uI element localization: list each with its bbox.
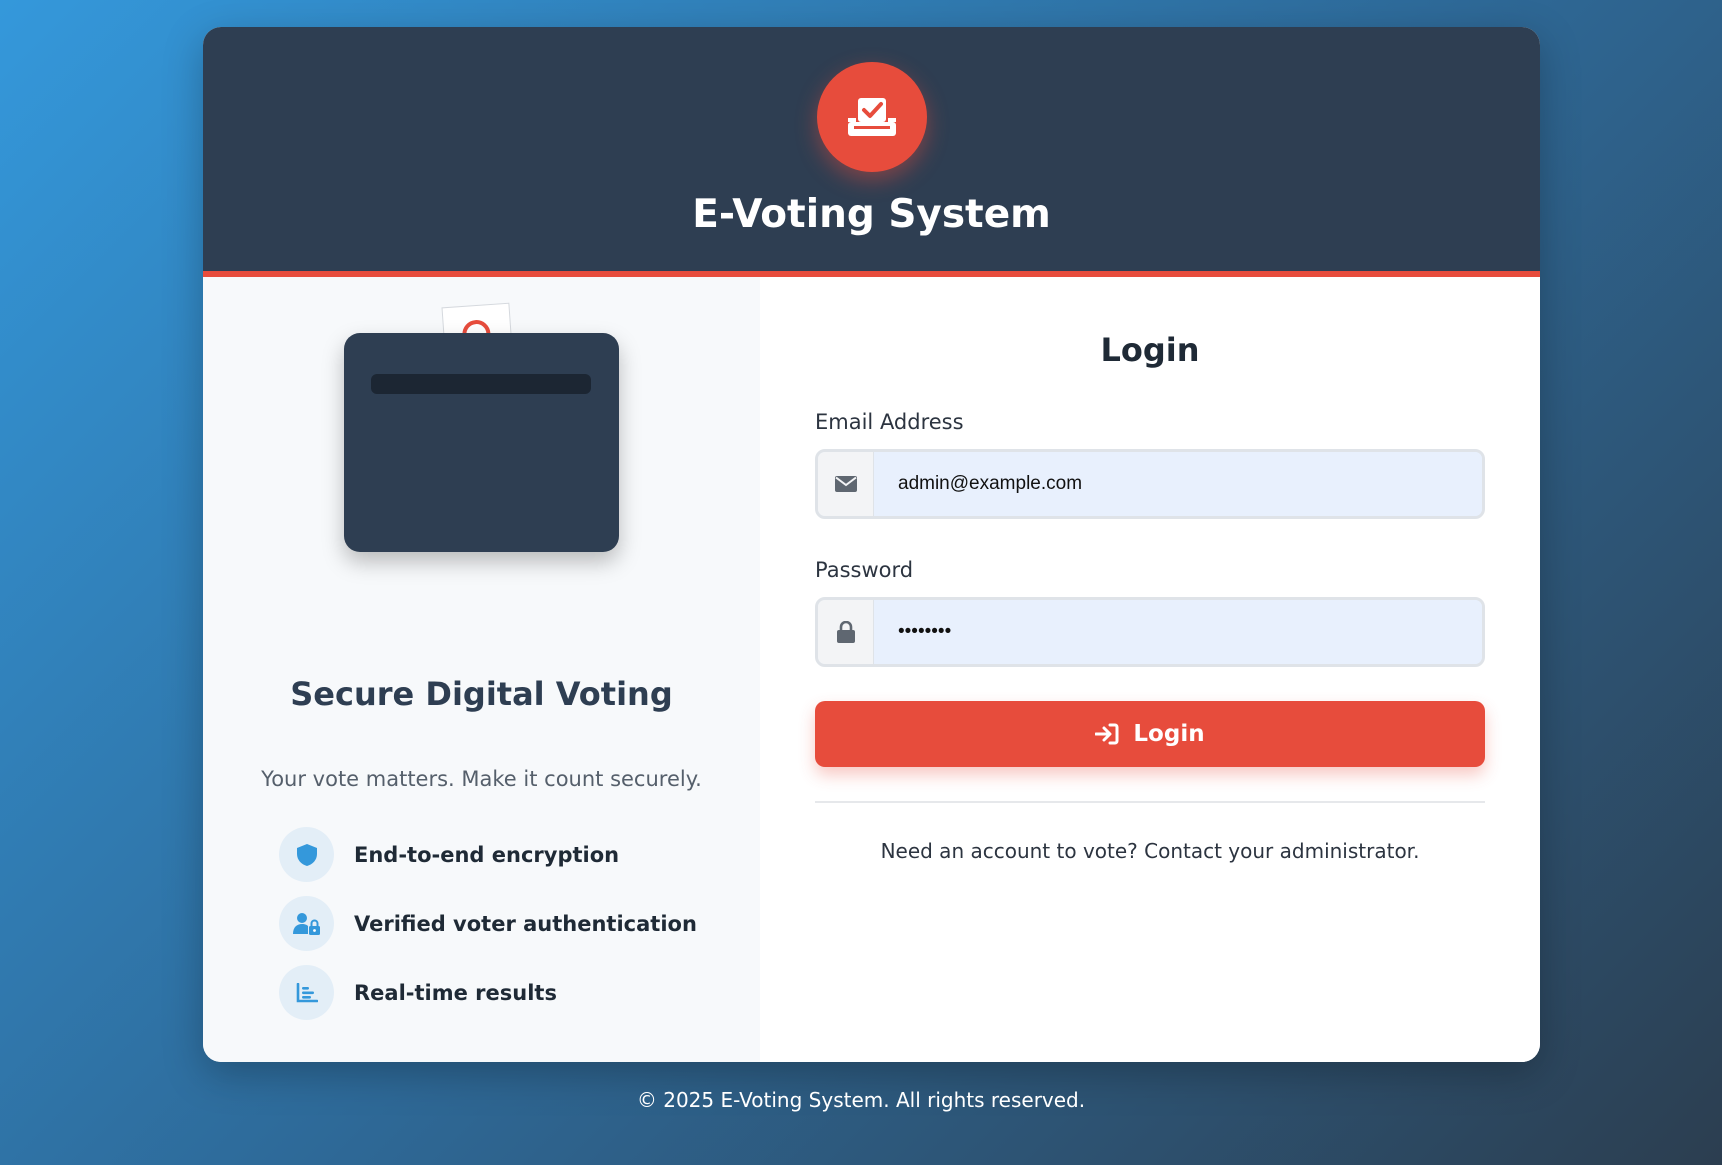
chart-icon — [279, 965, 334, 1020]
account-help-text: Need an account to vote? Contact your ad… — [880, 839, 1420, 863]
ballot-slot — [371, 374, 591, 394]
login-title: Login — [1100, 331, 1200, 369]
login-card: E-Voting System Secure Digital Voting Yo… — [203, 27, 1540, 1062]
feature-item: End-to-end encryption — [279, 827, 697, 882]
email-input-group — [815, 449, 1485, 519]
login-button[interactable]: Login — [815, 701, 1485, 767]
shield-icon — [279, 827, 334, 882]
ballot-box-illustration — [344, 333, 619, 552]
feature-label: Verified voter authentication — [354, 911, 697, 936]
login-panel: Login Email Address Password — [760, 277, 1540, 1062]
app-title: E-Voting System — [692, 192, 1051, 237]
password-label: Password — [815, 558, 914, 582]
info-title: Secure Digital Voting — [290, 675, 673, 713]
feature-item: Real-time results — [279, 965, 697, 1020]
info-panel: Secure Digital Voting Your vote matters.… — [203, 277, 760, 1062]
copyright-text: © 2025 E-Voting System. All rights reser… — [636, 1088, 1086, 1112]
login-button-label: Login — [1133, 721, 1205, 747]
email-label: Email Address — [815, 410, 964, 434]
app-logo — [817, 62, 927, 172]
lock-icon — [818, 600, 874, 664]
sign-in-icon — [1095, 723, 1119, 745]
feature-label: End-to-end encryption — [354, 842, 620, 867]
feature-item: Verified voter authentication — [279, 896, 697, 951]
info-subtitle: Your vote matters. Make it count securel… — [261, 767, 702, 791]
envelope-icon — [818, 452, 874, 516]
password-input[interactable] — [874, 600, 1482, 664]
feature-label: Real-time results — [354, 980, 557, 1005]
email-input[interactable] — [874, 452, 1482, 516]
divider — [815, 801, 1485, 803]
card-body: Secure Digital Voting Your vote matters.… — [203, 277, 1540, 1062]
feature-list: End-to-end encryption Verified voter aut… — [279, 827, 697, 1034]
ballot-box-check-icon — [848, 98, 896, 136]
password-input-group — [815, 597, 1485, 667]
user-lock-icon — [279, 896, 334, 951]
card-header: E-Voting System — [203, 27, 1540, 277]
